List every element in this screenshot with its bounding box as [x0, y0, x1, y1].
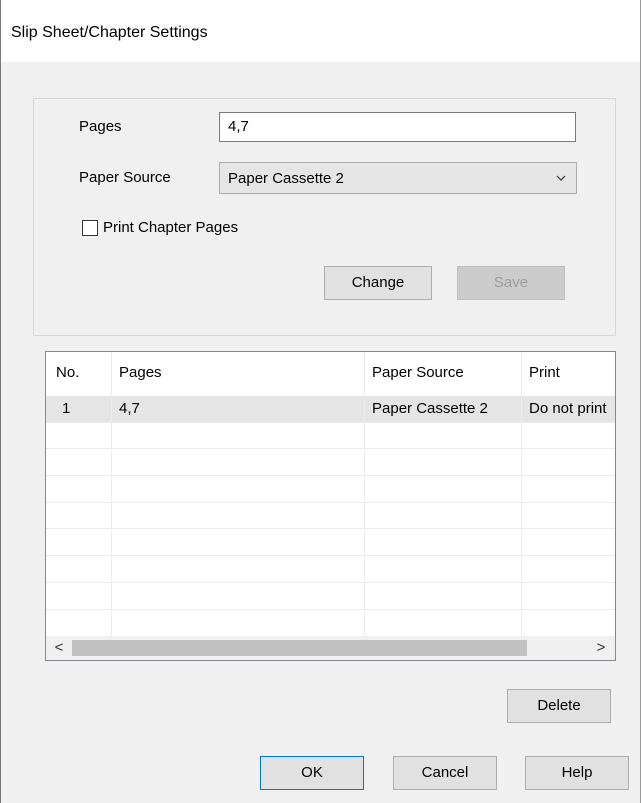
paper-source-value: Paper Cassette 2 — [228, 170, 344, 187]
chapter-list[interactable]: No. Pages Paper Source Print 1 4,7 Paper… — [45, 351, 616, 661]
column-header-pages[interactable]: Pages — [112, 352, 365, 392]
ok-button[interactable]: OK — [260, 756, 364, 790]
table-row[interactable]: 1 4,7 Paper Cassette 2 Do not print — [46, 396, 615, 422]
grid-divider — [46, 475, 615, 476]
column-header-paper-source[interactable]: Paper Source — [365, 352, 522, 392]
grid-divider — [364, 352, 365, 636]
column-header-no[interactable]: No. — [49, 352, 112, 392]
pages-input[interactable]: 4,7 — [219, 112, 576, 142]
slip-sheet-dialog: Slip Sheet/Chapter Settings Pages 4,7 Pa… — [0, 0, 641, 803]
grid-divider — [46, 422, 615, 423]
list-header: No. Pages Paper Source Print — [46, 352, 615, 392]
grid-divider — [46, 609, 615, 610]
cancel-button[interactable]: Cancel — [393, 756, 497, 790]
grid-divider — [46, 582, 615, 583]
help-button[interactable]: Help — [525, 756, 629, 790]
cell-no: 1 — [62, 400, 71, 417]
change-button[interactable]: Change — [324, 266, 432, 300]
paper-source-select[interactable]: Paper Cassette 2 — [219, 162, 577, 194]
column-header-print[interactable]: Print — [522, 352, 615, 392]
chevron-down-icon — [556, 175, 566, 181]
title-bar[interactable]: Slip Sheet/Chapter Settings — [0, 0, 641, 62]
print-chapter-label[interactable]: Print Chapter Pages — [103, 219, 238, 236]
dialog-title: Slip Sheet/Chapter Settings — [11, 24, 208, 41]
scrollbar-thumb[interactable] — [72, 640, 527, 656]
pages-label: Pages — [79, 118, 122, 135]
window-border — [0, 0, 1, 803]
cell-print: Do not print — [529, 400, 607, 417]
print-chapter-checkbox[interactable] — [82, 220, 98, 236]
grid-divider — [46, 448, 615, 449]
grid-divider — [46, 555, 615, 556]
grid-divider — [46, 528, 615, 529]
grid-divider — [46, 502, 615, 503]
scroll-left-icon[interactable]: < — [47, 636, 71, 660]
grid-divider — [521, 352, 522, 636]
delete-button[interactable]: Delete — [507, 689, 611, 723]
grid-divider — [111, 352, 112, 636]
scroll-right-icon[interactable]: > — [589, 636, 613, 660]
cell-paper-source: Paper Cassette 2 — [372, 400, 488, 417]
save-button[interactable]: Save — [457, 266, 565, 300]
cell-pages: 4,7 — [119, 400, 140, 417]
horizontal-scrollbar[interactable]: < > — [46, 636, 615, 660]
paper-source-label: Paper Source — [79, 169, 171, 186]
